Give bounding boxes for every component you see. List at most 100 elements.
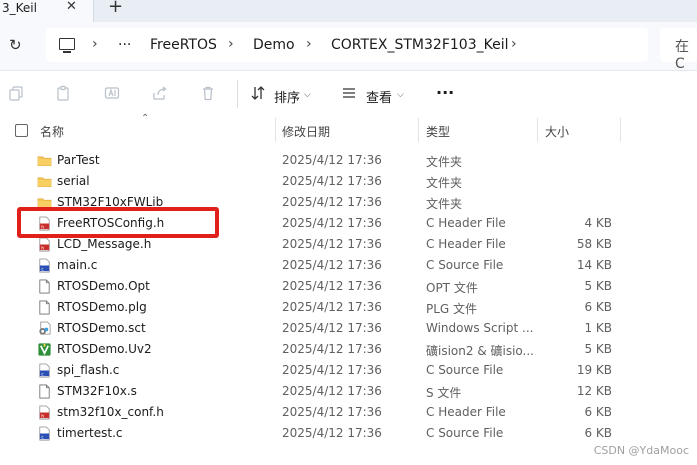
rename-icon[interactable] xyxy=(104,85,120,101)
breadcrumb-freertos[interactable]: FreeRTOS xyxy=(150,37,217,53)
watermark: CSDN @YdaMooc xyxy=(593,444,689,457)
chevron-right-icon[interactable]: › xyxy=(306,36,312,52)
blank-file-icon xyxy=(37,384,52,399)
file-date: 2025/4/12 17:36 xyxy=(282,216,382,230)
h-file-icon: h xyxy=(37,237,52,252)
file-date: 2025/4/12 17:36 xyxy=(282,237,382,251)
file-size: 1 KB xyxy=(584,321,612,335)
file-name: ParTest xyxy=(57,153,100,167)
file-row[interactable]: h LCD_Message.h 2025/4/12 17:36 C Header Fi… xyxy=(0,234,697,255)
tab-bar: 3_Keil ✕ + xyxy=(0,0,697,22)
file-row[interactable]: c timertest.c 2025/4/12 17:36 C Source File… xyxy=(0,423,697,444)
file-size: 6 KB xyxy=(584,300,612,314)
file-date: 2025/4/12 17:36 xyxy=(282,195,382,209)
chevron-right-icon[interactable]: › xyxy=(511,36,517,52)
file-type: 文件夹 xyxy=(426,197,463,211)
file-date: 2025/4/12 17:36 xyxy=(282,174,382,188)
copy-icon[interactable] xyxy=(8,85,24,101)
file-name: STM32F10x.s xyxy=(57,384,137,398)
new-tab-button[interactable]: + xyxy=(108,0,123,17)
file-row[interactable]: RTOSDemo.sct 2025/4/12 17:36 Windows Scrip… xyxy=(0,318,697,339)
more-options-button[interactable]: ··· xyxy=(436,83,454,102)
file-date: 2025/4/12 17:36 xyxy=(282,363,382,377)
file-name: FreeRTOSConfig.h xyxy=(57,216,165,230)
view-icon[interactable] xyxy=(341,85,357,101)
file-name: timertest.c xyxy=(57,426,123,440)
c-file-icon: c xyxy=(37,426,52,441)
share-icon[interactable] xyxy=(152,85,168,101)
svg-text:c: c xyxy=(41,435,44,440)
sort-button[interactable]: 排序 xyxy=(274,87,300,106)
file-row[interactable]: RTOSDemo.Opt 2025/4/12 17:36 OPT 文件 5 KB xyxy=(0,276,697,297)
file-name: RTOSDemo.Uv2 xyxy=(57,342,152,356)
column-name[interactable]: 名称 xyxy=(40,123,64,140)
file-date: 2025/4/12 17:36 xyxy=(282,321,382,335)
file-name: serial xyxy=(57,174,90,188)
file-size: 6 KB xyxy=(584,405,612,419)
file-row[interactable]: STM32F10x.s 2025/4/12 17:36 S 文件 12 KB xyxy=(0,381,697,402)
column-size[interactable]: 大小 xyxy=(545,123,569,140)
file-type: C Source File xyxy=(426,258,504,272)
c-file-icon: c xyxy=(37,363,52,378)
file-size: 6 KB xyxy=(584,426,612,440)
h-file-icon: h xyxy=(37,405,52,420)
column-header-row xyxy=(0,118,697,144)
file-type: PLG 文件 xyxy=(426,302,478,316)
file-size: 5 KB xyxy=(584,279,612,293)
file-name: STM32F10xFWLib xyxy=(57,195,164,209)
refresh-icon[interactable]: ↻ xyxy=(9,36,22,54)
keil-project-icon xyxy=(37,342,52,357)
chevron-down-icon[interactable]: ⌵ xyxy=(304,90,311,100)
chevron-right-icon[interactable]: › xyxy=(228,36,234,52)
svg-text:h: h xyxy=(41,245,44,251)
file-type: 文件夹 xyxy=(426,155,463,169)
breadcrumb-cortex-stm32f103-keil[interactable]: CORTEX_STM32F103_Keil xyxy=(331,37,508,53)
tab-current[interactable]: 3_Keil ✕ xyxy=(0,0,94,22)
file-row[interactable]: serial 2025/4/12 17:36 文件夹 xyxy=(0,171,697,192)
file-type: Windows Script ... xyxy=(426,321,534,335)
file-row[interactable]: RTOSDemo.plg 2025/4/12 17:36 PLG 文件 6 KB xyxy=(0,297,697,318)
column-divider[interactable] xyxy=(418,118,419,142)
file-row[interactable]: ParTest 2025/4/12 17:36 文件夹 xyxy=(0,150,697,171)
folder-icon xyxy=(37,195,52,210)
chevron-down-icon[interactable]: ⌵ xyxy=(397,90,404,100)
folder-icon xyxy=(37,153,52,168)
h-file-icon: h xyxy=(37,216,52,231)
file-row[interactable]: h FreeRTOSConfig.h 2025/4/12 17:36 C Header… xyxy=(0,213,697,234)
column-divider[interactable] xyxy=(537,118,538,142)
file-date: 2025/4/12 17:36 xyxy=(282,300,382,314)
close-tab-icon[interactable]: ✕ xyxy=(66,0,77,14)
file-row[interactable]: c spi_flash.c 2025/4/12 17:36 C Source File… xyxy=(0,360,697,381)
column-date[interactable]: 修改日期 xyxy=(282,123,330,140)
file-type: 文件夹 xyxy=(426,176,463,190)
file-size: 4 KB xyxy=(584,216,612,230)
file-size: 5 KB xyxy=(584,342,612,356)
sort-icon[interactable] xyxy=(250,85,266,101)
view-button[interactable]: 查看 xyxy=(366,87,392,106)
delete-icon[interactable] xyxy=(200,85,216,101)
sort-ascending-icon: ⌃ xyxy=(141,113,150,124)
this-pc-icon[interactable] xyxy=(59,38,75,53)
breadcrumb-demo[interactable]: Demo xyxy=(253,37,295,53)
file-row[interactable]: c main.c 2025/4/12 17:36 C Source File 14 KB xyxy=(0,255,697,276)
select-all-checkbox[interactable] xyxy=(15,124,28,137)
file-date: 2025/4/12 17:36 xyxy=(282,426,382,440)
file-row[interactable]: STM32F10xFWLib 2025/4/12 17:36 文件夹 xyxy=(0,192,697,213)
breadcrumb-overflow[interactable]: ··· xyxy=(118,37,131,53)
file-row[interactable]: h stm32f10x_conf.h 2025/4/12 17:36 C Header… xyxy=(0,402,697,423)
file-size: 12 KB xyxy=(576,384,612,398)
file-type: C Header File xyxy=(426,405,506,419)
file-date: 2025/4/12 17:36 xyxy=(282,153,382,167)
chevron-right-icon[interactable]: › xyxy=(92,36,98,52)
file-size: 58 KB xyxy=(576,237,612,251)
file-type: S 文件 xyxy=(426,386,462,400)
column-type[interactable]: 类型 xyxy=(426,123,450,140)
folder-icon xyxy=(37,174,52,189)
column-divider[interactable] xyxy=(620,118,621,142)
paste-icon[interactable] xyxy=(55,85,71,101)
file-row[interactable]: RTOSDemo.Uv2 2025/4/12 17:36 礦ision2 & 礦is… xyxy=(0,339,697,360)
file-name: stm32f10x_conf.h xyxy=(57,405,164,419)
blank-file-icon xyxy=(37,279,52,294)
search-placeholder[interactable]: 在 C xyxy=(675,36,697,72)
column-divider[interactable] xyxy=(275,118,276,142)
